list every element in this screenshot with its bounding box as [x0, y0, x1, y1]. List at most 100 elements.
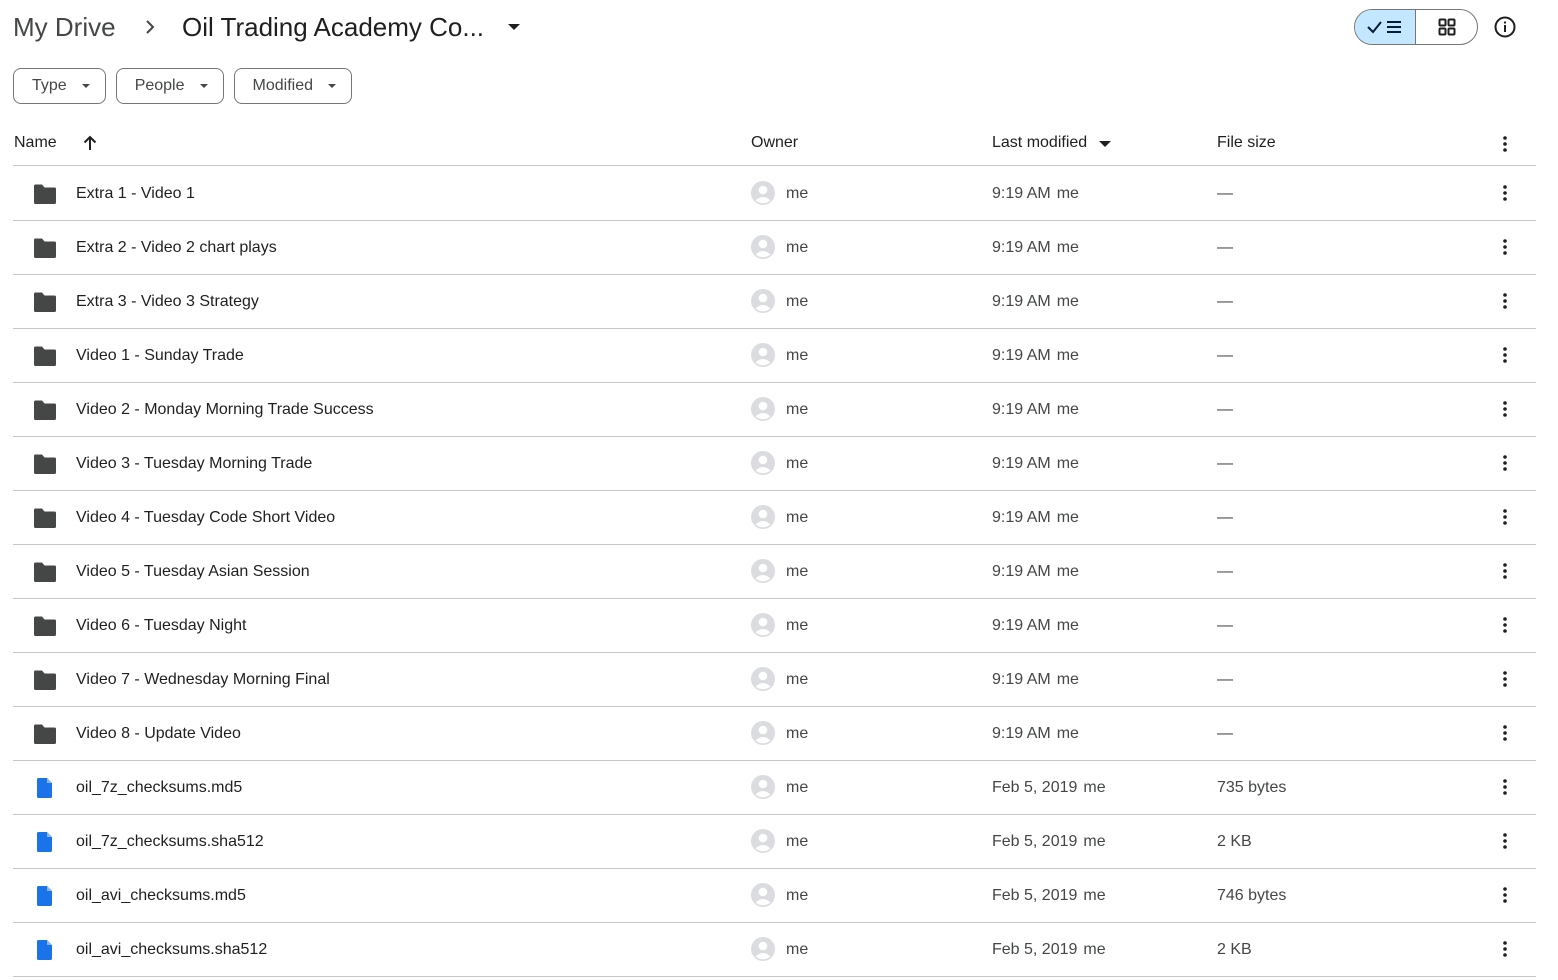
table-row[interactable]: Video 8 - Update Video me 9:19 AM me —: [13, 707, 1536, 761]
table-row[interactable]: oil_avi_checksums.sha512 me Feb 5, 2019 m…: [13, 923, 1536, 977]
more-vert-icon[interactable]: [1493, 722, 1517, 744]
modified-by: me: [1056, 185, 1079, 202]
file-name[interactable]: Video 2 - Monday Morning Trade Success: [76, 400, 374, 420]
caret-down-icon: [81, 84, 90, 88]
more-vert-icon[interactable]: [1493, 776, 1517, 798]
caret-down-icon[interactable]: [1098, 139, 1112, 149]
owner-name: me: [786, 563, 809, 580]
file-name[interactable]: Extra 3 - Video 3 Strategy: [76, 292, 259, 312]
avatar-icon: [751, 397, 775, 421]
more-vert-icon[interactable]: [1493, 236, 1517, 258]
file-name[interactable]: oil_avi_checksums.sha512: [76, 940, 267, 960]
modified-by: me: [1056, 347, 1079, 364]
table-row[interactable]: Video 3 - Tuesday Morning Trade me 9:19 …: [13, 437, 1536, 491]
more-vert-icon[interactable]: [1493, 344, 1517, 366]
last-modified: Feb 5, 2019 me: [992, 940, 1106, 960]
file-name[interactable]: Video 5 - Tuesday Asian Session: [76, 562, 310, 582]
file-name[interactable]: Video 1 - Sunday Trade: [76, 346, 244, 366]
filter-type-chip[interactable]: Type: [13, 68, 106, 104]
more-vert-icon[interactable]: [1493, 133, 1517, 155]
column-owner-header: Owner: [751, 134, 799, 151]
avatar-icon: [751, 343, 775, 367]
file-size: 2 KB: [1217, 833, 1252, 850]
filter-modified-label: Modified: [252, 77, 313, 94]
modified-by: me: [1056, 293, 1079, 310]
more-vert-icon[interactable]: [1493, 668, 1517, 690]
table-row[interactable]: Video 5 - Tuesday Asian Session me 9:19 …: [13, 545, 1536, 599]
avatar-icon: [751, 289, 775, 313]
breadcrumb-current-folder[interactable]: Oil Trading Academy Co...: [182, 10, 484, 44]
arrow-up-icon[interactable]: [81, 134, 99, 152]
modified-by: me: [1056, 455, 1079, 472]
table-row[interactable]: Video 1 - Sunday Trade me 9:19 AM me —: [13, 329, 1536, 383]
avatar-icon: [751, 937, 775, 961]
modified-date: 9:19 AM: [992, 185, 1051, 202]
last-modified: 9:19 AM me: [992, 346, 1079, 366]
file-size: —: [1217, 509, 1233, 526]
filter-people-chip[interactable]: People: [115, 68, 224, 104]
owner-name: me: [786, 617, 809, 634]
more-vert-icon[interactable]: [1493, 884, 1517, 906]
avatar-icon: [751, 235, 775, 259]
column-last-modified-header[interactable]: Last modified: [992, 134, 1087, 152]
list-view-button[interactable]: [1355, 10, 1417, 44]
owner-name: me: [786, 401, 809, 418]
folder-icon: [34, 346, 56, 366]
modified-date: 9:19 AM: [992, 671, 1051, 688]
table-row[interactable]: Video 2 - Monday Morning Trade Success m…: [13, 383, 1536, 437]
owner-name: me: [786, 833, 809, 850]
more-vert-icon[interactable]: [1493, 614, 1517, 636]
modified-date: Feb 5, 2019: [992, 887, 1078, 904]
more-vert-icon[interactable]: [1493, 290, 1517, 312]
more-vert-icon[interactable]: [1493, 830, 1517, 852]
file-name[interactable]: Video 4 - Tuesday Code Short Video: [76, 508, 335, 528]
more-vert-icon[interactable]: [1493, 506, 1517, 528]
more-vert-icon[interactable]: [1493, 560, 1517, 582]
breadcrumb-my-drive[interactable]: My Drive: [13, 10, 116, 44]
modified-by: me: [1056, 725, 1079, 742]
table-header: Name Owner Last modified File size: [13, 120, 1536, 166]
filter-bar: Type People Modified: [13, 68, 352, 104]
grid-view-button[interactable]: [1416, 10, 1477, 44]
last-modified: 9:19 AM me: [992, 562, 1079, 582]
file-name[interactable]: oil_avi_checksums.md5: [76, 886, 246, 906]
last-modified: 9:19 AM me: [992, 616, 1079, 636]
file-name[interactable]: oil_7z_checksums.md5: [76, 778, 242, 798]
more-vert-icon[interactable]: [1493, 398, 1517, 420]
file-size: —: [1217, 347, 1233, 364]
modified-by: me: [1056, 401, 1079, 418]
last-modified: 9:19 AM me: [992, 184, 1079, 204]
table-row[interactable]: Extra 3 - Video 3 Strategy me 9:19 AM me …: [13, 275, 1536, 329]
file-name[interactable]: Extra 1 - Video 1: [76, 184, 195, 204]
column-name-header[interactable]: Name: [14, 134, 57, 152]
avatar-icon: [751, 505, 775, 529]
info-icon[interactable]: [1492, 14, 1518, 40]
caret-down-icon[interactable]: [505, 18, 523, 36]
more-vert-icon[interactable]: [1493, 182, 1517, 204]
modified-date: 9:19 AM: [992, 401, 1051, 418]
table-row[interactable]: Video 4 - Tuesday Code Short Video me 9:…: [13, 491, 1536, 545]
modified-date: 9:19 AM: [992, 617, 1051, 634]
table-row[interactable]: Video 7 - Wednesday Morning Final me 9:1…: [13, 653, 1536, 707]
table-row[interactable]: Extra 2 - Video 2 chart plays me 9:19 AM…: [13, 221, 1536, 275]
file-size: —: [1217, 239, 1233, 256]
avatar-icon: [751, 775, 775, 799]
table-row[interactable]: oil_7z_checksums.md5 me Feb 5, 2019 me 73…: [13, 761, 1536, 815]
modified-date: 9:19 AM: [992, 293, 1051, 310]
table-row[interactable]: Video 6 - Tuesday Night me 9:19 AM me —: [13, 599, 1536, 653]
table-row[interactable]: oil_avi_checksums.md5 me Feb 5, 2019 me 7…: [13, 869, 1536, 923]
file-name[interactable]: Video 7 - Wednesday Morning Final: [76, 670, 330, 690]
modified-date: 9:19 AM: [992, 725, 1051, 742]
file-name[interactable]: Extra 2 - Video 2 chart plays: [76, 238, 277, 258]
more-vert-icon[interactable]: [1493, 452, 1517, 474]
file-name[interactable]: Video 3 - Tuesday Morning Trade: [76, 454, 312, 474]
file-name[interactable]: Video 8 - Update Video: [76, 724, 241, 744]
file-name[interactable]: oil_7z_checksums.sha512: [76, 832, 264, 852]
table-row[interactable]: oil_7z_checksums.sha512 me Feb 5, 2019 me…: [13, 815, 1536, 869]
header: My Drive Oil Trading Academy Co...: [0, 0, 1558, 56]
file-name[interactable]: Video 6 - Tuesday Night: [76, 616, 246, 636]
filter-modified-chip[interactable]: Modified: [233, 68, 352, 104]
table-row[interactable]: Extra 1 - Video 1 me 9:19 AM me —: [13, 167, 1536, 221]
more-vert-icon[interactable]: [1493, 938, 1517, 960]
folder-icon: [34, 238, 56, 258]
